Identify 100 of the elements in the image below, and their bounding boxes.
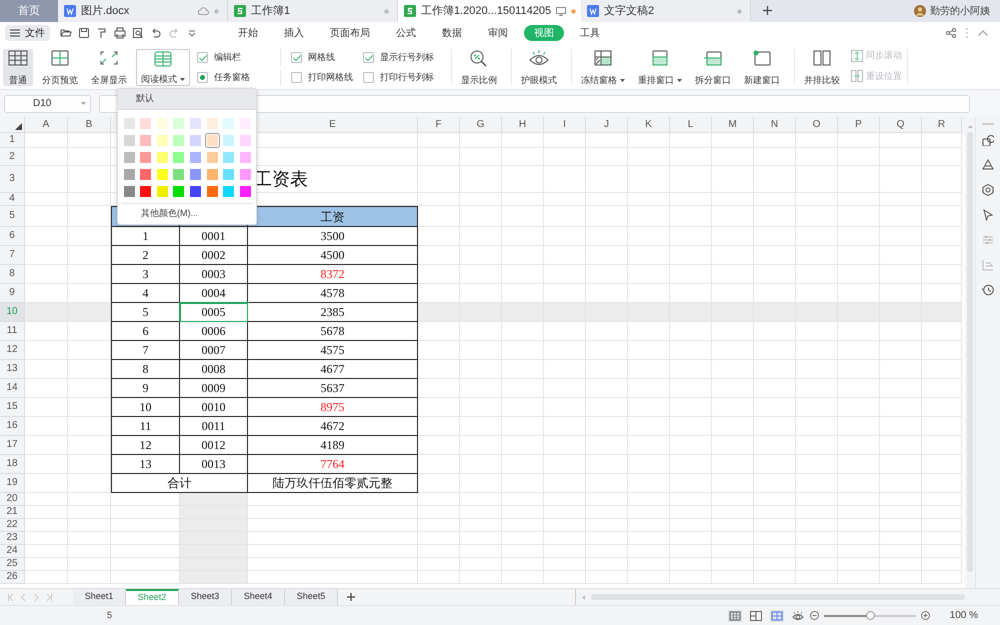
sliders-icon[interactable] [982, 234, 994, 246]
ribbon-tab[interactable]: 开始 [228, 25, 268, 41]
color-swatch[interactable] [140, 134, 152, 146]
color-swatch[interactable] [156, 186, 168, 196]
column-header[interactable]: M [712, 117, 754, 133]
last-sheet-icon[interactable] [47, 594, 52, 600]
sheet-tab[interactable]: Sheet4 [232, 588, 285, 606]
option-label[interactable]: 打印网格线 [308, 70, 353, 84]
checkbox[interactable] [363, 52, 374, 63]
column-header[interactable]: A [25, 117, 68, 133]
color-swatch[interactable] [124, 118, 134, 128]
row-header[interactable]: 1 [0, 133, 25, 148]
color-swatch[interactable] [156, 152, 168, 162]
color-swatch[interactable] [223, 118, 234, 128]
column-header[interactable]: R [922, 117, 962, 133]
prev-sheet-icon[interactable] [21, 594, 26, 600]
color-swatch[interactable] [173, 168, 184, 180]
checkbox[interactable] [363, 72, 374, 83]
ribbon-tab[interactable]: 页面布局 [320, 25, 380, 41]
color-swatch[interactable] [140, 118, 152, 128]
color-swatch[interactable] [190, 118, 201, 128]
row-header[interactable]: 22 [0, 519, 25, 532]
eye-icon[interactable] [792, 610, 804, 620]
add-sheet-icon[interactable] [347, 593, 355, 601]
color-swatch[interactable] [140, 152, 152, 162]
collapse-icon[interactable] [978, 30, 988, 36]
hexagon-icon[interactable] [982, 184, 994, 196]
ribbon-tab[interactable]: 工具 [570, 25, 610, 41]
history-icon[interactable] [982, 284, 994, 296]
color-swatch[interactable] [156, 134, 168, 146]
ribbon-button[interactable]: 全屏显示 [87, 49, 131, 86]
document-tab[interactable]: 工作簿1 [228, 0, 398, 22]
ribbon-button[interactable]: 重排窗口 [634, 49, 686, 86]
row-header[interactable]: 24 [0, 545, 25, 558]
first-sheet-icon[interactable] [8, 594, 13, 600]
row-header[interactable]: 14 [0, 379, 25, 398]
ribbon-tab[interactable]: 插入 [274, 25, 314, 41]
checkbox[interactable] [291, 52, 302, 63]
color-swatch[interactable] [240, 168, 251, 180]
column-header[interactable]: I [544, 117, 586, 133]
sheet-tab[interactable]: Sheet1 [73, 588, 126, 606]
column-header[interactable]: H [502, 117, 544, 133]
ribbon-button[interactable]: 拆分窗口 [691, 49, 735, 86]
print-preview-icon[interactable] [132, 27, 144, 39]
color-swatch[interactable] [140, 186, 152, 196]
row-header[interactable]: 4 [0, 193, 25, 206]
column-header[interactable]: Q [880, 117, 922, 133]
color-swatch[interactable] [206, 118, 218, 128]
cursor-icon[interactable] [982, 209, 994, 221]
document-tab[interactable]: 文字文稿2 [581, 0, 751, 22]
color-swatch[interactable] [240, 152, 251, 162]
row-header[interactable]: 13 [0, 360, 25, 379]
option-label[interactable]: 任务窗格 [214, 70, 250, 84]
color-swatch[interactable] [240, 134, 251, 146]
color-swatch[interactable] [156, 168, 168, 180]
row-header[interactable]: 8 [0, 265, 25, 284]
zoom-in-icon[interactable] [920, 611, 930, 620]
row-header[interactable]: 19 [0, 474, 25, 493]
print-icon[interactable] [114, 27, 126, 39]
color-swatch[interactable] [124, 134, 134, 146]
color-swatch[interactable] [240, 186, 251, 196]
color-swatch[interactable] [190, 134, 201, 146]
color-swatch[interactable] [223, 152, 234, 162]
ribbon-button[interactable]: 新建窗口 [740, 49, 784, 86]
row-header[interactable]: 11 [0, 322, 25, 341]
color-swatch[interactable] [190, 168, 201, 180]
color-swatch[interactable] [173, 118, 184, 128]
select-all-icon[interactable] [15, 123, 22, 130]
color-swatch[interactable] [206, 134, 218, 146]
color-swatch[interactable] [206, 152, 218, 162]
shapes-icon[interactable] [982, 134, 994, 146]
row-header[interactable]: 21 [0, 506, 25, 519]
ribbon-button[interactable]: 冻结窗格 [577, 49, 629, 86]
color-swatch[interactable] [190, 152, 201, 162]
color-swatch[interactable] [223, 168, 234, 180]
undo-icon[interactable] [150, 27, 162, 39]
share-icon[interactable] [946, 28, 956, 38]
zoom-out-icon[interactable] [810, 611, 819, 620]
document-tab[interactable]: 工作簿1.2020...150114205 [398, 0, 581, 22]
ribbon-tab[interactable]: 数据 [432, 25, 472, 41]
row-header[interactable]: 23 [0, 532, 25, 545]
user-name[interactable]: 勤劳的小阿姨 [930, 4, 990, 18]
column-header[interactable]: P [838, 117, 880, 133]
row-header[interactable]: 7 [0, 246, 25, 265]
row-header[interactable]: 15 [0, 398, 25, 417]
page-layout-icon[interactable] [750, 610, 762, 620]
ribbon-tab[interactable]: 公式 [386, 25, 426, 41]
option-label[interactable]: 显示行号列标 [380, 50, 434, 64]
row-header[interactable]: 12 [0, 341, 25, 360]
slider-thumb[interactable] [866, 610, 875, 620]
document-tab[interactable]: 图片.docx [58, 0, 228, 22]
format-painter-icon[interactable] [96, 27, 108, 39]
row-header[interactable]: 20 [0, 493, 25, 506]
paint-bucket-icon[interactable] [982, 159, 994, 171]
color-swatch[interactable] [124, 168, 134, 180]
color-swatch[interactable] [223, 186, 234, 196]
column-header[interactable]: G [460, 117, 502, 133]
ribbon-button[interactable]: 普通 [3, 49, 33, 86]
color-swatch[interactable] [124, 152, 134, 162]
row-header[interactable]: 18 [0, 455, 25, 474]
